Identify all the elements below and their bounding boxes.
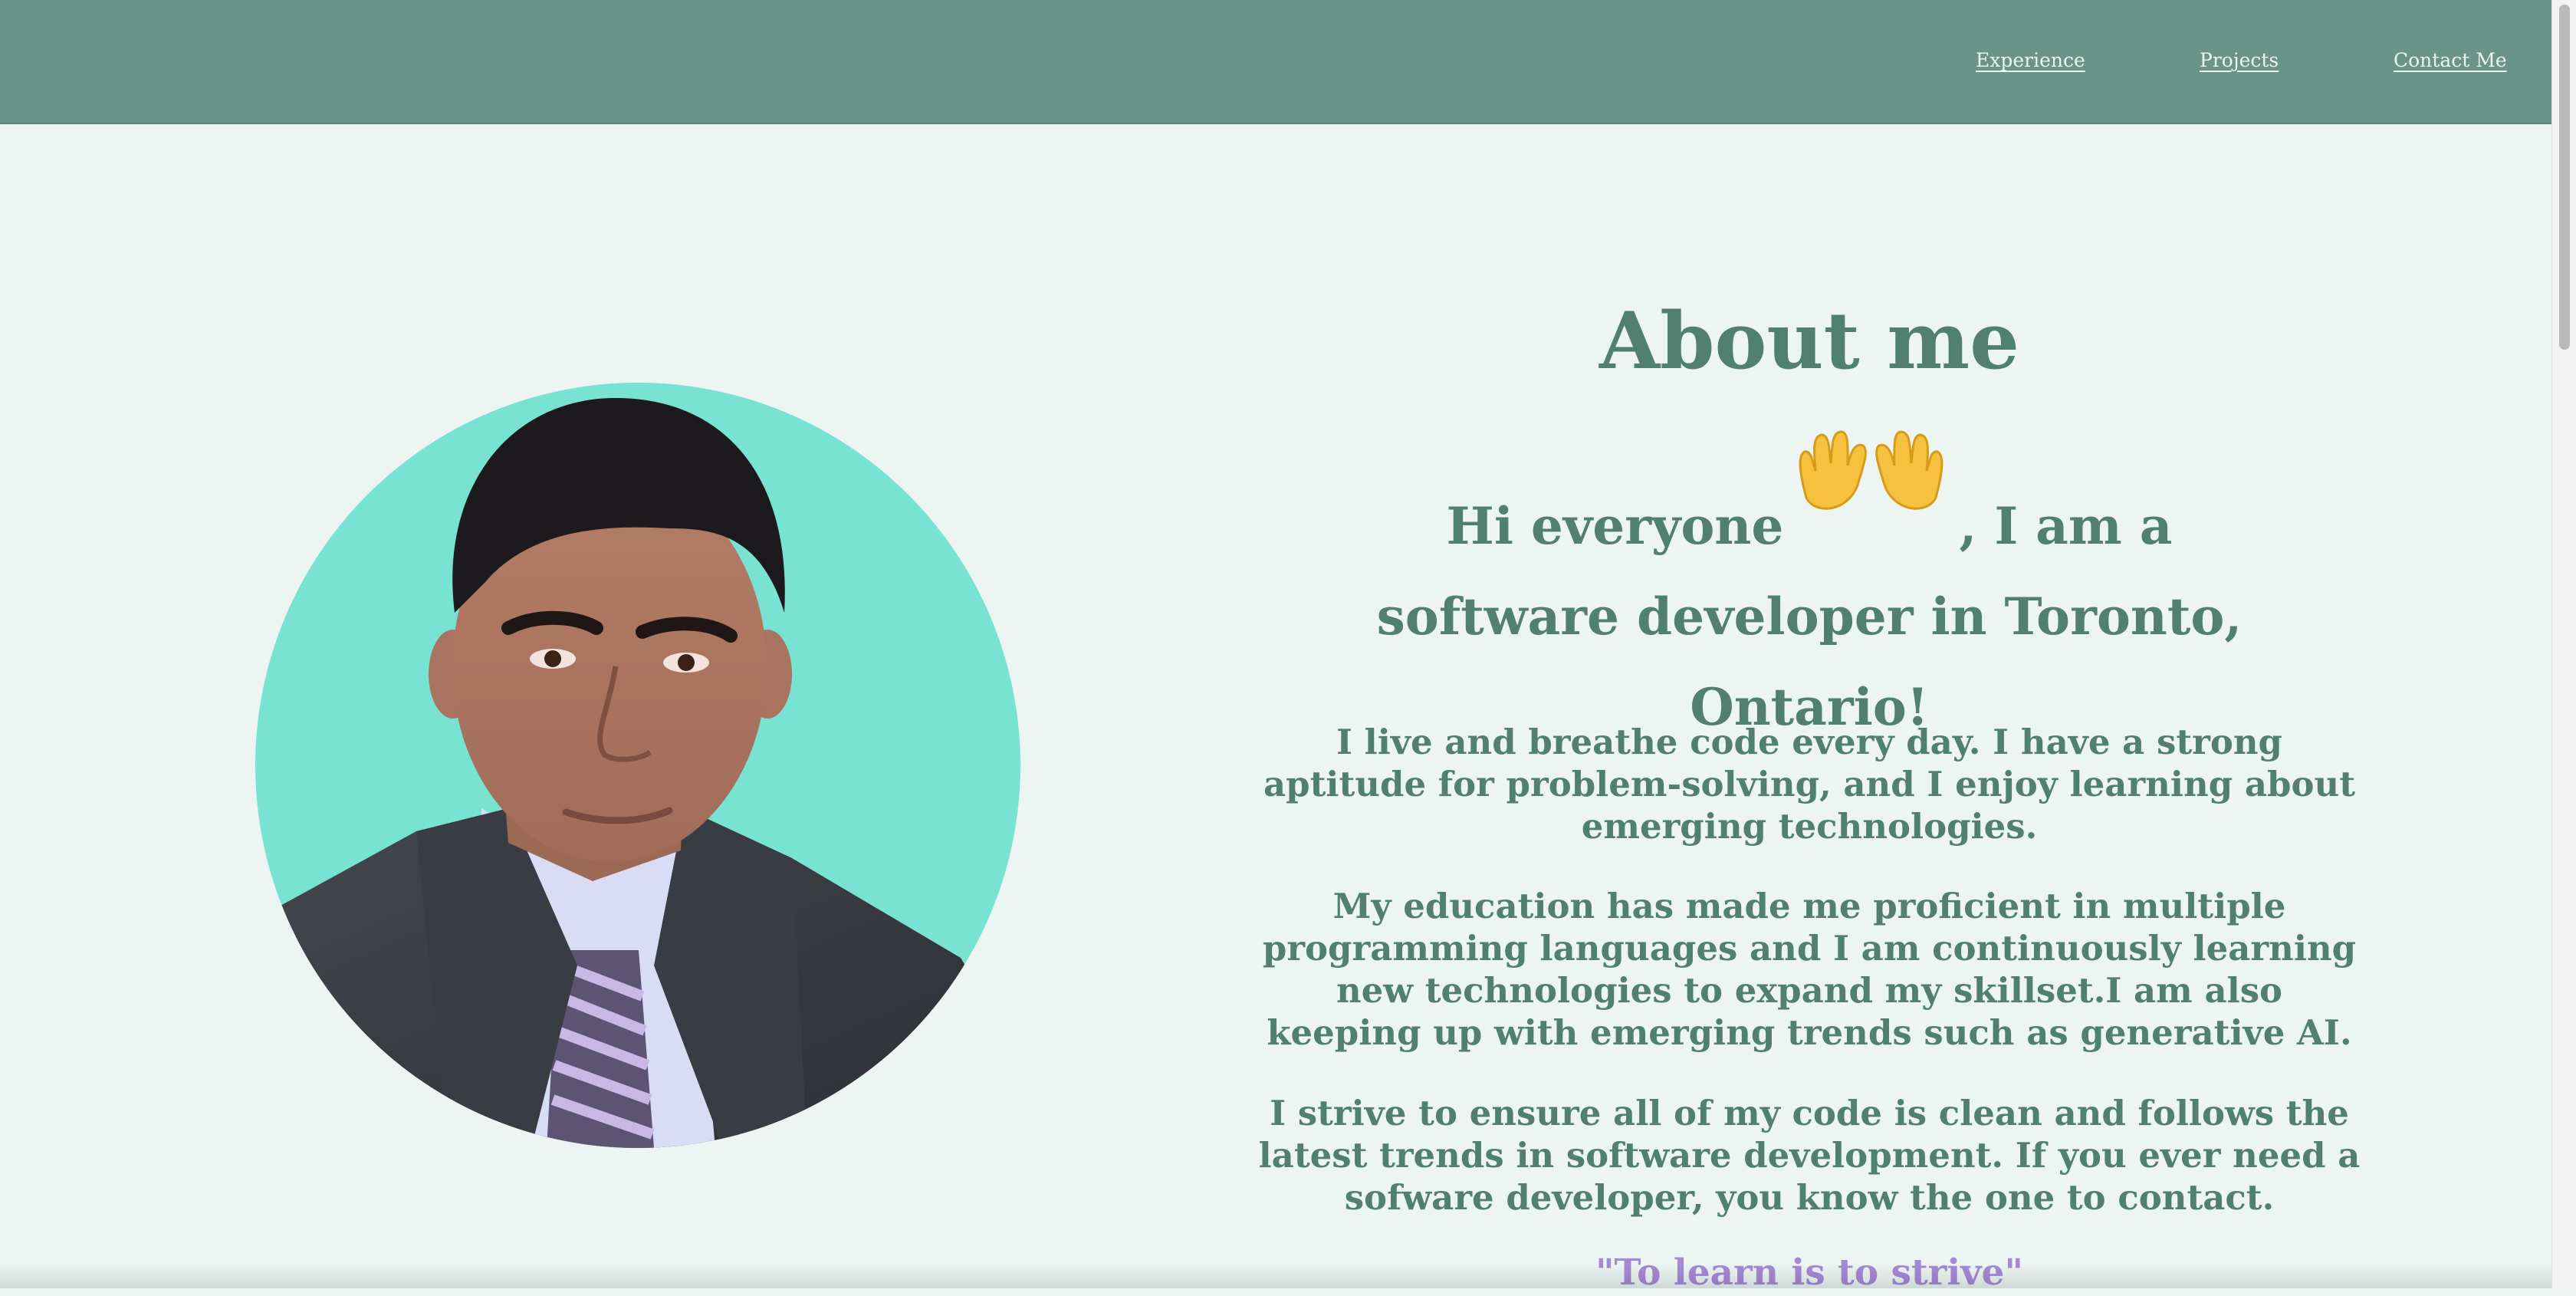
- open-hands-icon: [1792, 429, 1950, 513]
- nav-link-experience[interactable]: Experience: [1976, 49, 2085, 71]
- intro-heading: Hi everyone , I am a software developer …: [1349, 430, 2269, 752]
- top-navigation-bar: Experience Projects Contact Me: [0, 0, 2551, 124]
- about-paragraph-2: My education has made me proficient in m…: [1262, 886, 2357, 1053]
- intro-heading-start: Hi everyone: [1446, 496, 1784, 556]
- nav-link-contact-me[interactable]: Contact Me: [2394, 49, 2507, 71]
- scrollbar-thumb[interactable]: [2559, 5, 2570, 350]
- profile-photo: [255, 383, 1020, 1148]
- about-paragraph-3: I strive to ensure all of my code is cle…: [1258, 1093, 2361, 1218]
- bottom-shadow: [0, 1264, 2551, 1288]
- about-title: About me: [1598, 295, 2020, 387]
- nav-link-projects[interactable]: Projects: [2200, 49, 2279, 71]
- about-paragraph-1: I live and breathe code every day. I hav…: [1263, 722, 2355, 847]
- portrait-illustration: [255, 383, 1020, 1148]
- page-scrollbar[interactable]: [2551, 0, 2576, 1288]
